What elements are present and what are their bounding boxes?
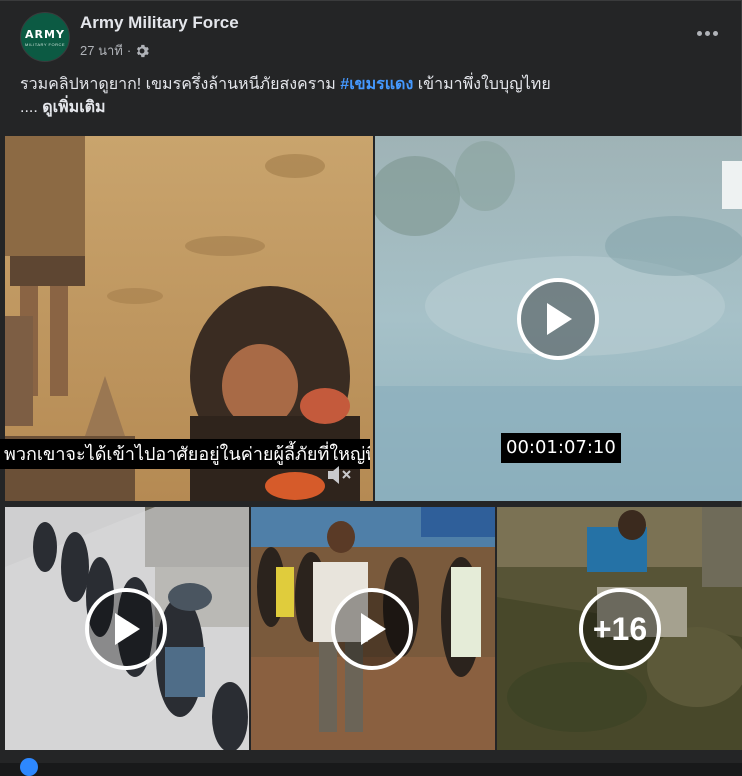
hashtag-link[interactable]: #เขมรแดง: [340, 76, 413, 93]
more-options-icon[interactable]: [693, 23, 721, 43]
play-triangle: [547, 303, 572, 335]
post-caption: รวมคลิปหาดูยาก! เขมรครึ่งล้านหนีภัยสงครา…: [20, 73, 720, 119]
video-timecode: 00:01:07:10: [501, 433, 621, 463]
mute-icon[interactable]: [325, 463, 353, 487]
page-avatar[interactable]: ARMY MILITARY FORCE: [20, 12, 70, 62]
caption-text: รวมคลิปหาดูยาก! เขมรครึ่งล้านหนีภัยสงครา…: [20, 76, 341, 93]
page-name-link[interactable]: Army Military Force: [80, 13, 239, 33]
avatar-logo-subtext: MILITARY FORCE: [24, 41, 66, 47]
play-icon[interactable]: [85, 588, 167, 670]
play-triangle: [361, 613, 386, 645]
video-subtitle: พวกเขาจะได้เข้าไปอาศัยอยู่ในค่ายผู้ลี้ภั…: [0, 439, 370, 469]
like-reaction-icon[interactable]: [20, 758, 38, 776]
post-meta: 27 นาที ·: [80, 40, 149, 61]
play-icon[interactable]: [517, 278, 599, 360]
post-timestamp[interactable]: 27 นาที: [80, 40, 123, 61]
gear-icon[interactable]: [135, 44, 149, 58]
caption-ellipsis: ....: [20, 99, 38, 116]
more-media-count: +16: [592, 610, 648, 647]
see-more-link[interactable]: ดูเพิ่มเติม: [42, 99, 105, 116]
play-triangle: [115, 613, 140, 645]
post-card: ARMY MILITARY FORCE Army Military Force …: [0, 0, 742, 776]
reactions-bar: [0, 750, 742, 763]
more-dot: [696, 30, 702, 36]
meta-separator: ·: [126, 43, 132, 58]
more-dot: [704, 30, 710, 36]
more-dot: [712, 30, 718, 36]
more-media-overlay[interactable]: +16: [579, 588, 661, 670]
play-icon[interactable]: [331, 588, 413, 670]
caption-text-2: เข้ามาพึ่งใบบุญไทย: [413, 76, 551, 93]
avatar-logo-text: ARMY: [25, 27, 65, 41]
